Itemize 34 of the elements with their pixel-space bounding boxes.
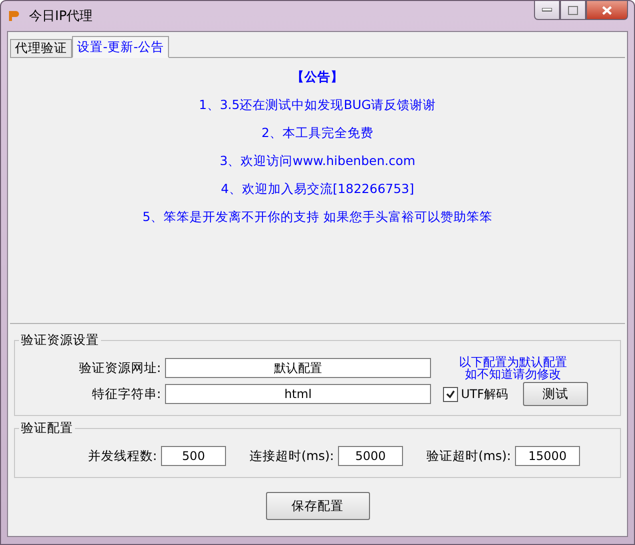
checkbox[interactable]: [443, 386, 458, 402]
minimize-icon: [542, 8, 552, 12]
notice-heading: 【公告】: [292, 69, 344, 86]
hint-text: 以下配置为默认配置 如不知道请勿修改: [459, 356, 567, 380]
notice-line: 1、3.5还在测试中如发现BUG请反馈谢谢: [198, 97, 436, 114]
checkbox-label: UTF解码: [461, 386, 508, 402]
close-button[interactable]: [586, 1, 628, 20]
notice-line: 3、欢迎访问www.hibenben.com: [220, 153, 416, 170]
checkmark-icon: [446, 390, 455, 398]
close-icon: [602, 6, 612, 14]
field-label: 验证超时(ms):: [425, 448, 512, 464]
input-field[interactable]: html: [165, 384, 431, 404]
notice-line: 2、本工具完全免费: [262, 125, 374, 142]
maximize-button[interactable]: [560, 1, 586, 20]
notice-line: 5、笨笨是开发离不开你的支持 如果您手头富裕可以赞助笨笨: [142, 209, 492, 226]
maximize-icon: [568, 6, 578, 14]
input-field[interactable]: 默认配置: [165, 358, 431, 378]
window-title: 今日IP代理: [29, 8, 94, 25]
field-label: 连接超时(ms):: [248, 448, 335, 464]
minimize-button[interactable]: [534, 1, 560, 20]
field-label: 特征字符串:: [90, 386, 162, 402]
tab[interactable]: 设置-更新-公告: [72, 36, 170, 58]
group-title: 验证配置: [20, 420, 74, 437]
test-button[interactable]: 测试: [523, 382, 588, 406]
app-logo-icon: [7, 9, 21, 23]
group-title: 验证资源设置: [20, 332, 100, 349]
save-button[interactable]: 保存配置: [266, 492, 370, 520]
notice-line: 4、欢迎加入易交流[182266753]: [220, 181, 414, 198]
field-label: 验证资源网址:: [78, 360, 162, 376]
input-field[interactable]: 15000: [515, 446, 580, 466]
input-field[interactable]: 5000: [338, 446, 403, 466]
tab[interactable]: 代理验证: [10, 39, 72, 58]
input-field[interactable]: 500: [161, 446, 226, 466]
field-label: 并发线程数:: [86, 448, 158, 464]
